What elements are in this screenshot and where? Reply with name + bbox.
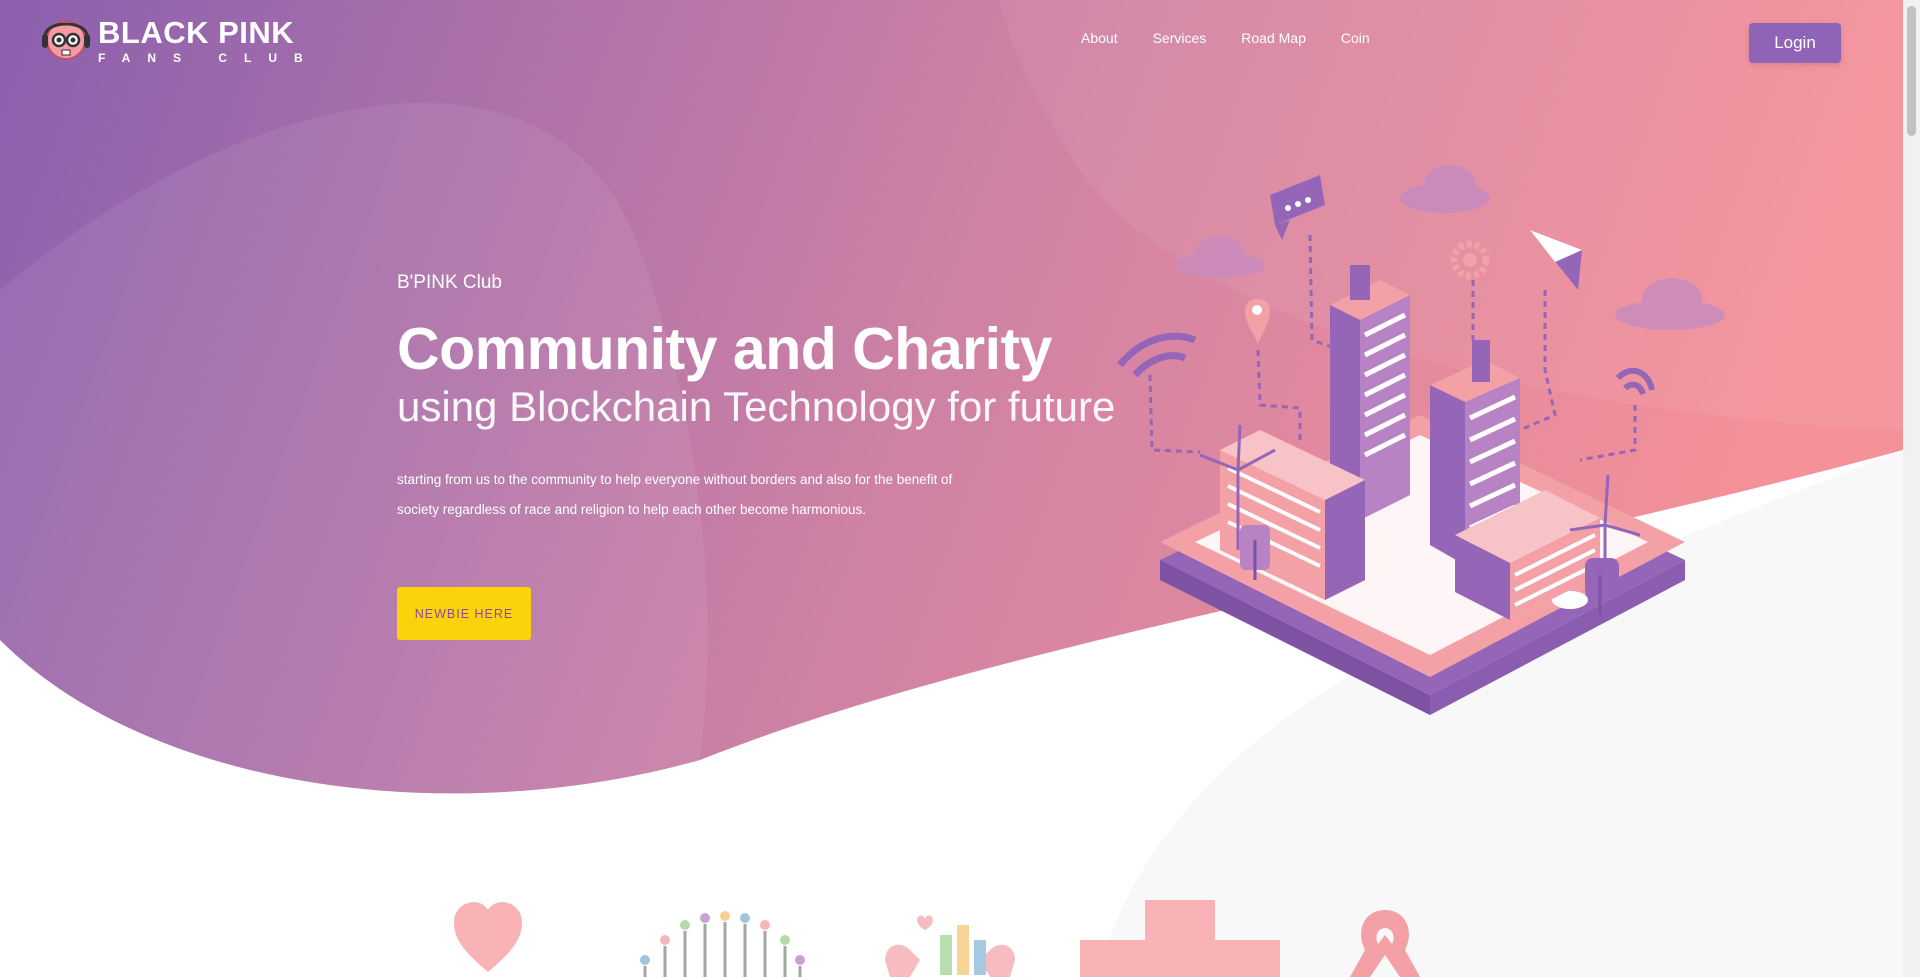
medical-cross-icon	[1080, 900, 1280, 977]
cloud-icon	[1175, 236, 1265, 278]
brand-subtitle: FANS CLUB	[98, 50, 320, 65]
brand-title: BLACK PINK	[98, 14, 295, 50]
community-people-icon	[640, 911, 805, 977]
smart-city-illustration	[1117, 165, 1725, 715]
newbie-here-button[interactable]: NEWBIE HERE	[397, 587, 531, 640]
hero-description: starting from us to the community to hel…	[397, 472, 953, 518]
wifi-icon	[1615, 367, 1655, 396]
feature-icons-strip	[440, 900, 1740, 977]
cloud-icon	[1615, 278, 1725, 330]
gear-icon	[1450, 240, 1490, 280]
page-scrollbar[interactable]	[1903, 0, 1920, 977]
brand-logo[interactable]: BLACK PINK FANS CLUB	[38, 16, 320, 64]
location-pin-icon	[1245, 298, 1270, 345]
hero-eyebrow: B'PINK Club	[397, 272, 503, 293]
hero-subheadline: using Blockchain Technology for future	[397, 383, 1116, 430]
heart-icon	[454, 902, 522, 972]
login-button[interactable]: Login	[1749, 23, 1841, 63]
main-nav: About Services Road Map Coin	[1081, 30, 1370, 46]
wifi-icon	[1117, 332, 1197, 378]
mascot-logo-icon	[42, 20, 90, 60]
awareness-ribbon-icon	[1350, 910, 1420, 977]
charity-hands-icon	[885, 915, 1015, 977]
paper-plane-icon	[1530, 230, 1582, 290]
nav-about[interactable]: About	[1081, 30, 1118, 46]
nav-coin[interactable]: Coin	[1341, 30, 1370, 46]
cloud-icon	[1400, 165, 1490, 213]
scrollbar-thumb[interactable]	[1907, 6, 1916, 136]
hero-headline: Community and Charity	[397, 316, 1052, 382]
hero-content: B'PINK Club Community and Charity using …	[397, 272, 1117, 525]
chat-bubble-icon	[1270, 175, 1325, 240]
nav-services[interactable]: Services	[1153, 30, 1207, 46]
nav-road-map[interactable]: Road Map	[1241, 30, 1306, 46]
